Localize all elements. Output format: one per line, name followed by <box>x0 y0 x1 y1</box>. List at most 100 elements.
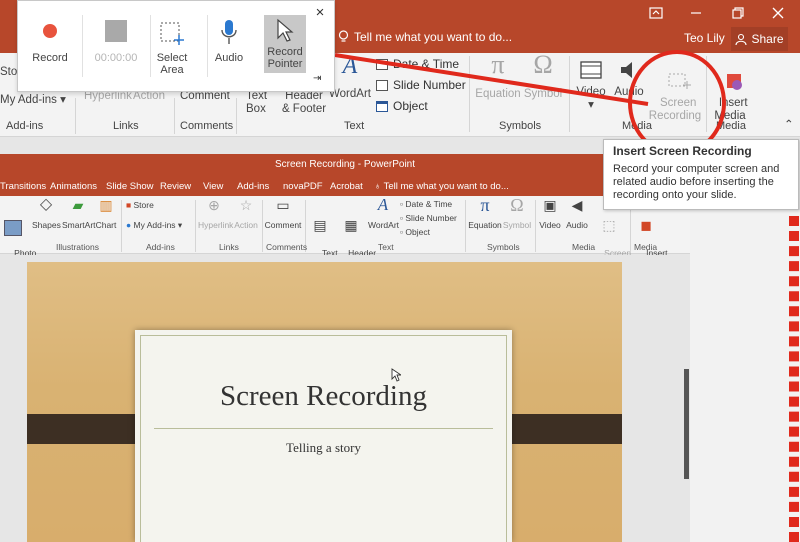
tab-animations[interactable]: Animations <box>50 181 97 192</box>
wordart-icon: A <box>377 195 389 214</box>
tooltip-body: Record your computer screen and related … <box>613 163 780 201</box>
inner-hyperlink-label: Hyperlink <box>198 220 234 230</box>
omega-icon: Ω <box>510 195 524 215</box>
lightbulb-icon: ♁ <box>374 181 382 192</box>
embedded-powerpoint-window: Screen Recording - PowerPoint Transition… <box>0 154 690 542</box>
comment-icon: ▭ <box>276 197 290 213</box>
tab-view[interactable]: View <box>203 181 223 192</box>
left-band <box>27 414 148 444</box>
inner-comment-label: Comment <box>264 220 302 230</box>
inner-tell-me-text: Tell me what you want to do... <box>383 181 509 192</box>
shapes-label: Shapes <box>32 220 61 230</box>
inner-slide-number-label: Slide Number <box>405 213 457 223</box>
tab-addins[interactable]: Add-ins <box>237 181 269 192</box>
audio-toggle-button[interactable]: Audio <box>209 1 249 93</box>
inner-equation-button[interactable]: π Equation <box>468 196 502 230</box>
inner-hyperlink-button[interactable]: ⊕ Hyperlink <box>198 197 234 230</box>
dashed-recording-border <box>789 216 799 542</box>
toolbar-divider <box>207 15 208 77</box>
inner-action-label: Action <box>234 220 258 230</box>
store-button[interactable]: ■ Store <box>126 200 154 210</box>
tooltip-title: Insert Screen Recording <box>613 144 752 158</box>
record-button[interactable]: Record <box>22 1 78 93</box>
ribbon-divider <box>195 200 196 252</box>
inner-slide-number-button[interactable]: ▫ Slide Number <box>400 213 457 223</box>
inner-group-addins: Add-ins <box>146 242 175 252</box>
header-footer-icon: ▦ <box>344 217 358 233</box>
inner-audio-label: Audio <box>566 220 588 230</box>
speaker-icon: ◀ <box>571 197 583 213</box>
record-pointer-toggle[interactable]: Record Pointer <box>264 15 306 73</box>
inner-video-label: Video <box>539 220 561 230</box>
record-label: Record <box>32 52 68 64</box>
ribbon-divider <box>465 200 466 252</box>
mouse-cursor-icon <box>391 368 401 382</box>
tab-review[interactable]: Review <box>160 181 191 192</box>
slide-number-icon: ▫ <box>400 213 404 223</box>
smartart-button[interactable]: ▰ SmartArt <box>62 198 96 230</box>
inner-wordart-label: WordArt <box>368 220 400 230</box>
shapes-icon: ◇ <box>39 196 53 213</box>
tab-acrobat[interactable]: Acrobat <box>330 181 363 192</box>
film-icon: ▣ <box>543 197 557 213</box>
audio-toggle-label: Audio <box>214 52 244 64</box>
inner-scrollbar-thumb[interactable] <box>684 369 689 479</box>
outer-background <box>690 210 800 542</box>
ribbon-divider <box>121 200 122 252</box>
inner-group-text: Text <box>378 242 394 252</box>
text-box-icon: ▤ <box>313 217 327 233</box>
title-card: Screen Recording Telling a story <box>135 330 512 542</box>
timer-display: 00:00:00 <box>84 1 148 93</box>
inner-group-media-2: Media <box>634 242 658 252</box>
screen-recording-toolbar: Record 00:00:00 Select Area Audio Record… <box>17 0 335 92</box>
slide-canvas[interactable]: Screen Recording Telling a story <box>27 262 622 542</box>
pin-icon[interactable]: ⇥ <box>313 73 321 84</box>
tab-transitions[interactable]: Transitions <box>0 181 46 192</box>
select-area-icon <box>160 22 184 45</box>
inner-date-time-button[interactable]: ▫ Date & Time <box>400 199 452 209</box>
slide-subtitle[interactable]: Telling a story <box>135 440 512 456</box>
chart-icon: ▥ <box>99 197 113 213</box>
inner-group-media: Media <box>572 242 596 252</box>
inner-my-addins-button[interactable]: ● My Add-ins ▾ <box>126 220 182 230</box>
inner-symbol-button[interactable]: Ω Symbol <box>502 195 532 230</box>
inner-comment-button[interactable]: ▭ Comment <box>264 197 302 230</box>
globe-icon: ⊕ <box>208 197 220 213</box>
select-area-button[interactable]: Select Area <box>152 1 192 93</box>
select-area-label: Select Area <box>156 52 188 76</box>
inner-object-button[interactable]: ▫ Object <box>400 227 430 237</box>
inner-my-addins-label: My Add-ins <box>133 220 176 230</box>
title-divider <box>154 428 493 429</box>
tab-slide-show[interactable]: Slide Show <box>106 181 154 192</box>
close-icon[interactable]: × <box>313 4 327 21</box>
addins-icon: ● <box>126 220 132 230</box>
slide-title[interactable]: Screen Recording <box>135 380 512 413</box>
shapes-button[interactable]: ◇ Shapes <box>32 196 61 231</box>
inner-tell-me[interactable]: ♁ Tell me what you want to do... <box>374 181 509 192</box>
object-icon: ▫ <box>400 227 404 237</box>
slide-editing-area: Screen Recording Telling a story <box>0 255 690 542</box>
inner-title-bar: Screen Recording - PowerPoint <box>0 154 690 176</box>
inner-group-symbols: Symbols <box>487 242 520 252</box>
star-icon: ☆ <box>239 197 253 213</box>
smartart-label: SmartArt <box>62 220 96 230</box>
chart-button[interactable]: ▥ Chart <box>94 197 118 230</box>
inner-equation-label: Equation <box>468 220 502 230</box>
inner-action-button[interactable]: ☆ Action <box>232 197 260 230</box>
inner-video-button[interactable]: ▣ Video <box>538 197 562 230</box>
inner-wordart-button[interactable]: A WordArt <box>368 195 400 230</box>
right-band <box>501 414 622 444</box>
tab-novapdf[interactable]: novaPDF <box>283 181 323 192</box>
cursor-icon <box>277 18 294 42</box>
inner-group-comments: Comments <box>266 242 308 252</box>
inner-scrollbar[interactable] <box>682 255 690 542</box>
inner-object-label: Object <box>405 227 430 237</box>
inner-symbol-label: Symbol <box>502 220 532 230</box>
toolbar-divider <box>82 15 83 77</box>
photo-icon <box>4 220 22 236</box>
inner-tab-bar: Transitions Animations Slide Show Review… <box>0 176 690 196</box>
ribbon-divider <box>262 200 263 252</box>
media-icon: ◼ <box>640 217 652 233</box>
calendar-icon: ▫ <box>400 199 404 209</box>
inner-audio-button[interactable]: ◀ Audio <box>564 197 590 230</box>
